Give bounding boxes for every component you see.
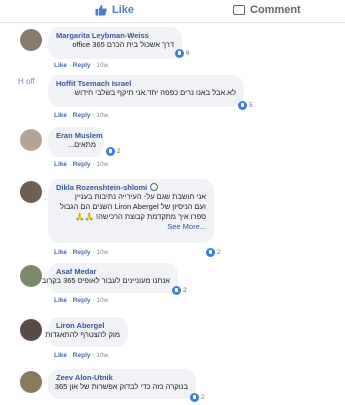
comment-text: אנחנו מעוניינים לעבור לאופיס 365 בקרוב bbox=[41, 276, 170, 285]
like-link[interactable]: Like bbox=[54, 62, 67, 69]
see-more-link[interactable]: See More... bbox=[56, 222, 206, 231]
comment-bubble: Margarita Leybman-Weiss דרך אשכול בית הכ… bbox=[48, 27, 182, 59]
comment-text-line: ספרו איך מתקדמת קבוצת הרכישה! 🙏🙏 bbox=[75, 212, 206, 221]
thumbs-up-icon bbox=[95, 4, 107, 16]
comment-author[interactable]: Hoffit Tsemach Israel bbox=[56, 79, 236, 88]
avatar[interactable] bbox=[20, 265, 42, 287]
post-action-bar: Like Comment bbox=[0, 0, 345, 23]
like-link[interactable]: Like bbox=[54, 112, 67, 119]
comment-text: לא.אבל באנו נרים כפפה יחד.אני תיקף בשלבי… bbox=[74, 88, 236, 97]
like-link[interactable]: Like bbox=[54, 352, 67, 359]
reply-link[interactable]: Reply bbox=[73, 352, 91, 359]
avatar[interactable] bbox=[20, 129, 42, 151]
comment-time[interactable]: 10w bbox=[96, 161, 108, 168]
comment-text-line: ועם הניסיון של Liron Abergel השנים הם הג… bbox=[59, 202, 206, 211]
comment-author[interactable]: Zeev Alon-Utnik bbox=[56, 373, 188, 382]
comment-author-name[interactable]: Dikla Rozenshtein-shlomi bbox=[56, 183, 147, 192]
comment-time[interactable]: 10w bbox=[96, 352, 108, 359]
comment-time[interactable]: 10w bbox=[96, 62, 108, 69]
reaction-count[interactable]: 2 bbox=[190, 393, 205, 402]
comment-action-label: Comment bbox=[250, 4, 301, 16]
comment-bubble: Eran Muslem מתאים... bbox=[48, 127, 104, 157]
like-reaction-icon bbox=[190, 393, 199, 402]
like-action-button[interactable]: Like bbox=[95, 2, 134, 18]
comment-author[interactable]: Liron Abergel bbox=[56, 321, 120, 330]
like-reaction-icon bbox=[206, 248, 215, 257]
like-reaction-icon bbox=[106, 147, 115, 156]
comment-action-button[interactable]: Comment bbox=[233, 2, 301, 18]
comment-author: Dikla Rozenshtein-shlomi bbox=[56, 183, 206, 192]
like-reaction-icon bbox=[238, 101, 247, 110]
comment-author[interactable]: Eran Muslem bbox=[56, 131, 103, 140]
reply-link[interactable]: Reply bbox=[73, 112, 91, 119]
reaction-count[interactable]: 2 bbox=[206, 248, 221, 257]
comment-text: מתאים... bbox=[67, 140, 96, 149]
comment-bubble: Liron Abergel מוק להצטרף להתאגדות bbox=[45, 317, 128, 347]
reply-link[interactable]: Reply bbox=[73, 249, 91, 256]
comment-meta: Like · Reply · 10w bbox=[54, 161, 109, 168]
reaction-count[interactable]: 2 bbox=[172, 286, 187, 295]
like-link[interactable]: Like bbox=[54, 161, 67, 168]
comment-time[interactable]: 10w bbox=[96, 297, 108, 304]
avatar[interactable] bbox=[20, 319, 42, 341]
like-link[interactable]: Like bbox=[54, 249, 67, 256]
comment-author[interactable]: Margarita Leybman-Weiss bbox=[56, 31, 174, 40]
comment-meta: Like · Reply · 10w bbox=[54, 297, 109, 304]
reply-link[interactable]: Reply bbox=[73, 161, 91, 168]
avatar[interactable]: H off bbox=[18, 77, 44, 99]
comment-text-line: אני חושבת שגם על- העירייה נתיבות בעניין bbox=[74, 192, 206, 201]
reaction-count[interactable]: 2 bbox=[106, 147, 121, 156]
comment-meta: Like · Reply · 10w bbox=[54, 352, 109, 359]
reply-link[interactable]: Reply bbox=[73, 297, 91, 304]
comment-bubble: Dikla Rozenshtein-shlomi אני חושבת שגם ע… bbox=[48, 179, 214, 243]
like-action-label: Like bbox=[112, 4, 135, 16]
verified-badge-icon bbox=[150, 183, 159, 191]
comment-text: מוק להצטרף להתאגדות bbox=[45, 330, 120, 339]
comment-time[interactable]: 10w bbox=[96, 112, 108, 119]
comment-bubble: Hoffit Tsemach Israel לא.אבל באנו נרים כ… bbox=[48, 75, 244, 107]
comment-icon bbox=[233, 5, 245, 15]
comment-meta: Like · Reply · 10w bbox=[54, 62, 109, 69]
like-reaction-icon bbox=[175, 49, 184, 58]
comment-meta: Like · Reply · 10w bbox=[54, 112, 109, 119]
avatar[interactable] bbox=[20, 29, 42, 51]
comment-bubble: Asaf Medar אנחנו מעוניינים לעבור לאופיס … bbox=[41, 263, 178, 293]
reaction-count[interactable]: 5 bbox=[238, 101, 253, 110]
comment-bubble: Zeev Alon-Utnik בנוקרה כזה כדי לבדוק אפש… bbox=[48, 369, 196, 399]
reaction-count[interactable]: 6 bbox=[175, 49, 190, 58]
comment-author[interactable]: Asaf Medar bbox=[56, 267, 170, 276]
avatar[interactable] bbox=[20, 371, 42, 393]
comment-text: בנוקרה כזה כדי לבדוק אפשרות של און 365 bbox=[54, 382, 188, 391]
like-link[interactable]: Like bbox=[54, 297, 67, 304]
comment-meta: Like · Reply · 10w bbox=[54, 249, 109, 256]
avatar[interactable] bbox=[20, 181, 42, 203]
reply-link[interactable]: Reply bbox=[73, 62, 91, 69]
like-reaction-icon bbox=[172, 286, 181, 295]
comment-text: דרך אשכול בית הכרם office 365 bbox=[72, 40, 174, 49]
comment-time[interactable]: 10w bbox=[96, 249, 108, 256]
